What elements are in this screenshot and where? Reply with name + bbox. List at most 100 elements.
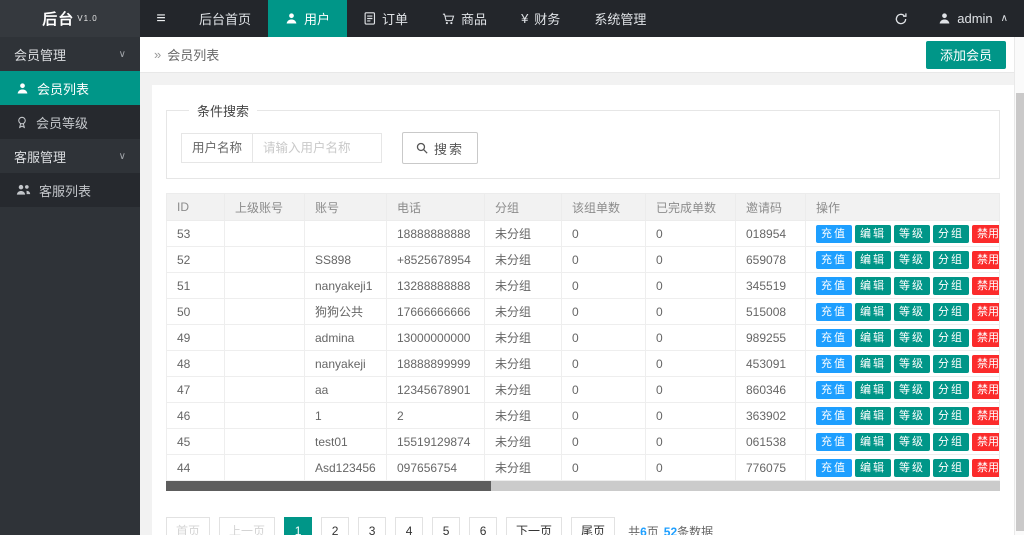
level-button[interactable]: 等级 xyxy=(894,303,930,321)
group-button[interactable]: 分组 xyxy=(933,407,969,425)
edit-button[interactable]: 编辑 xyxy=(855,277,891,295)
top-menu-item-users[interactable]: 用户 xyxy=(268,0,347,37)
recharge-button[interactable]: 充值 xyxy=(816,407,852,425)
sidebar-group-service-management[interactable]: 客服管理∨ xyxy=(0,139,140,173)
group-button[interactable]: 分组 xyxy=(933,251,969,269)
group-button[interactable]: 分组 xyxy=(933,459,969,477)
edit-button[interactable]: 编辑 xyxy=(855,251,891,269)
cell-phone: 18888888888 xyxy=(387,221,485,247)
refresh-icon[interactable] xyxy=(894,12,908,26)
edit-button[interactable]: 编辑 xyxy=(855,329,891,347)
recharge-button[interactable]: 充值 xyxy=(816,303,852,321)
top-menu-item-home[interactable]: 后台首页 xyxy=(182,0,268,37)
recharge-button[interactable]: 充值 xyxy=(816,225,852,243)
vertical-scrollbar[interactable] xyxy=(1014,37,1024,535)
cell-actions: 充值编辑等级分组禁用 xyxy=(806,221,1000,247)
edit-button[interactable]: 编辑 xyxy=(855,459,891,477)
level-button[interactable]: 等级 xyxy=(894,459,930,477)
username: admin xyxy=(957,11,992,26)
edit-button[interactable]: 编辑 xyxy=(855,433,891,451)
recharge-button[interactable]: 充值 xyxy=(816,459,852,477)
group-button[interactable]: 分组 xyxy=(933,225,969,243)
top-menu-item-finance[interactable]: ¥财务 xyxy=(504,0,577,37)
recharge-button[interactable]: 充值 xyxy=(816,381,852,399)
add-member-button[interactable]: 添加会员 xyxy=(926,41,1006,69)
recharge-button[interactable]: 充值 xyxy=(816,251,852,269)
top-menu-label: 商品 xyxy=(461,9,487,28)
level-button[interactable]: 等级 xyxy=(894,329,930,347)
person-icon xyxy=(285,12,298,25)
cell-account: 狗狗公共 xyxy=(305,299,387,325)
disable-button[interactable]: 禁用 xyxy=(972,329,1000,347)
cell-parent-account xyxy=(225,403,305,429)
username-input[interactable] xyxy=(252,133,382,163)
top-menu-item-system[interactable]: 系统管理 xyxy=(577,0,663,37)
page-button-first[interactable]: 首页 xyxy=(166,517,210,535)
page-button-page-3[interactable]: 3 xyxy=(358,517,386,535)
page-button-next[interactable]: 下一页 xyxy=(506,517,562,535)
sidebar-item-member-list[interactable]: 会员列表 xyxy=(0,71,140,105)
group-button[interactable]: 分组 xyxy=(933,277,969,295)
disable-button[interactable]: 禁用 xyxy=(972,303,1000,321)
group-button[interactable]: 分组 xyxy=(933,329,969,347)
recharge-button[interactable]: 充值 xyxy=(816,355,852,373)
cell-invite-code: 363902 xyxy=(736,403,806,429)
page-button-page-6[interactable]: 6 xyxy=(469,517,497,535)
disable-button[interactable]: 禁用 xyxy=(972,277,1000,295)
page-button-page-4[interactable]: 4 xyxy=(395,517,423,535)
table-row: 44Asd123456097656754未分组00776075充值编辑等级分组禁… xyxy=(167,455,1000,481)
level-button[interactable]: 等级 xyxy=(894,355,930,373)
person-icon xyxy=(16,82,29,95)
edit-button[interactable]: 编辑 xyxy=(855,225,891,243)
column-header: ID xyxy=(167,194,225,221)
table-head: ID上级账号账号电话分组该组单数已完成单数邀请码操作 xyxy=(167,194,1000,221)
disable-button[interactable]: 禁用 xyxy=(972,225,1000,243)
level-button[interactable]: 等级 xyxy=(894,433,930,451)
edit-button[interactable]: 编辑 xyxy=(855,381,891,399)
page-button-page-1[interactable]: 1 xyxy=(284,517,312,535)
user-menu[interactable]: admin ∧ xyxy=(938,11,1008,26)
group-button[interactable]: 分组 xyxy=(933,355,969,373)
page-button-prev[interactable]: 上一页 xyxy=(219,517,275,535)
group-button[interactable]: 分组 xyxy=(933,433,969,451)
sidebar-item-service-list[interactable]: 客服列表 xyxy=(0,173,140,207)
disable-button[interactable]: 禁用 xyxy=(972,355,1000,373)
vertical-scrollbar-thumb[interactable] xyxy=(1016,93,1024,531)
level-button[interactable]: 等级 xyxy=(894,251,930,269)
cell-invite-code: 860346 xyxy=(736,377,806,403)
disable-button[interactable]: 禁用 xyxy=(972,459,1000,477)
page-button-page-5[interactable]: 5 xyxy=(432,517,460,535)
group-button[interactable]: 分组 xyxy=(933,381,969,399)
disable-button[interactable]: 禁用 xyxy=(972,251,1000,269)
disable-button[interactable]: 禁用 xyxy=(972,381,1000,399)
horizontal-scrollbar[interactable] xyxy=(166,481,1000,491)
cell-account: 1 xyxy=(305,403,387,429)
disable-button[interactable]: 禁用 xyxy=(972,433,1000,451)
people-icon xyxy=(16,184,31,196)
recharge-button[interactable]: 充值 xyxy=(816,433,852,451)
cell-account: SS898 xyxy=(305,247,387,273)
edit-button[interactable]: 编辑 xyxy=(855,303,891,321)
page-button-last[interactable]: 尾页 xyxy=(571,517,615,535)
horizontal-scrollbar-thumb[interactable] xyxy=(166,481,491,491)
cell-actions: 充值编辑等级分组禁用 xyxy=(806,247,1000,273)
level-button[interactable]: 等级 xyxy=(894,381,930,399)
recharge-button[interactable]: 充值 xyxy=(816,329,852,347)
recharge-button[interactable]: 充值 xyxy=(816,277,852,295)
top-menu-item-goods[interactable]: 商品 xyxy=(425,0,504,37)
hamburger-icon[interactable]: ≡ xyxy=(140,0,182,37)
cell-account: aa xyxy=(305,377,387,403)
level-button[interactable]: 等级 xyxy=(894,225,930,243)
edit-button[interactable]: 编辑 xyxy=(855,407,891,425)
search-button[interactable]: 搜索 xyxy=(402,132,478,164)
group-button[interactable]: 分组 xyxy=(933,303,969,321)
level-button[interactable]: 等级 xyxy=(894,277,930,295)
level-button[interactable]: 等级 xyxy=(894,407,930,425)
sidebar-item-member-level[interactable]: 会员等级 xyxy=(0,105,140,139)
page-button-page-2[interactable]: 2 xyxy=(321,517,349,535)
sidebar-group-member-management[interactable]: 会员管理∨ xyxy=(0,37,140,71)
top-menu-item-orders[interactable]: 订单 xyxy=(347,0,425,37)
disable-button[interactable]: 禁用 xyxy=(972,407,1000,425)
edit-button[interactable]: 编辑 xyxy=(855,355,891,373)
topbar-right: admin ∧ xyxy=(894,0,1024,37)
